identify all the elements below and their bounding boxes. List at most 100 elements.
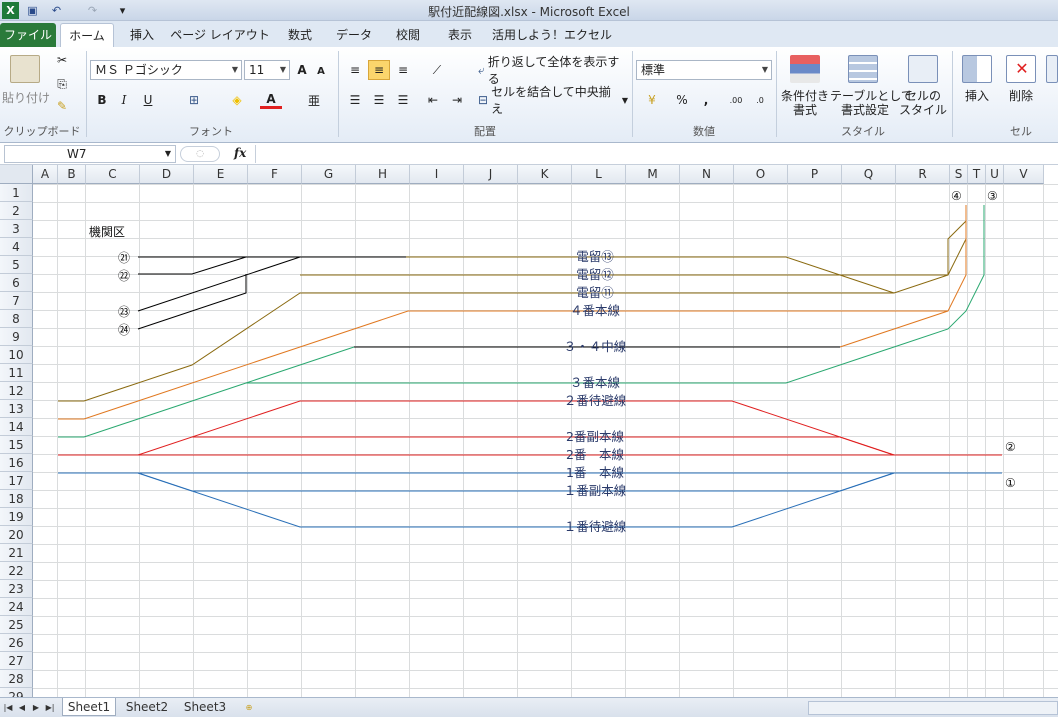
format-as-table-button[interactable]: テーブルとして 書式設定 [830,89,913,117]
line-3-through [246,205,985,384]
italic-button[interactable]: I [116,91,132,109]
storage-12-label: 電留⑫ [576,267,614,282]
end-marker-4: ④ [951,189,962,203]
format-cells-icon[interactable] [1046,55,1058,83]
storage-11-label: 電留⑪ [576,285,614,300]
worksheet-grid[interactable]: ABCDEFGHIJKLMNOPQRSTUV 1 2 3 4 5 6 7 8 9 10 11 12 13… [0,165,1058,697]
first-sheet-icon[interactable]: |◀ [2,701,14,715]
next-sheet-icon[interactable]: ▶ [30,701,42,715]
name-box[interactable]: W7 ▼ [4,145,176,163]
underline-button[interactable]: U [138,91,158,109]
tab-page-layout[interactable]: ページ レイアウト [170,23,270,47]
align-bottom-icon[interactable]: ≡ [394,61,412,79]
align-left-icon[interactable]: ☰ [346,91,364,109]
font-size-select[interactable]: 11 ▼ [244,60,290,80]
end-marker-2: ② [1005,440,1016,454]
number-group-label: 数値 [693,125,715,138]
conditional-formatting-button[interactable]: 条件付き 書式 [778,89,832,117]
tab-insert[interactable]: 挿入 [118,23,166,47]
insert-cells-icon[interactable] [962,55,992,83]
phonetic-icon[interactable]: 亜 [304,91,324,109]
cell-styles-icon[interactable] [908,55,938,83]
cells-group-label: セル [1010,125,1032,138]
sheet-tab-1[interactable]: Sheet1 [62,698,116,716]
insert-function-button[interactable]: fx [234,146,246,160]
siding-22-label: ㉒ [118,269,130,283]
tab-data[interactable]: データ [328,23,380,47]
tab-formulas[interactable]: 数式 [274,23,326,47]
siding-24-label: ㉔ [118,323,130,337]
storage-12-line [300,205,967,276]
borders-icon[interactable]: ⊞ [184,91,204,109]
number-format-select[interactable]: 標準 ▼ [636,60,772,80]
increase-decimal-icon[interactable]: .00 [726,91,746,109]
formula-bar: W7 ▼ ◌ fx [0,143,1058,165]
paste-button[interactable]: 貼り付け [0,91,52,105]
line-1-group [58,472,1002,528]
wrap-text-button[interactable]: ⤶ 折り返して全体を表示する [478,55,628,86]
siding-21-label: ㉑ [118,251,130,265]
align-top-icon[interactable]: ≡ [346,61,364,79]
conditional-formatting-icon[interactable] [790,55,820,83]
merge-center-label: セルを結合して中央揃え [491,85,611,116]
decrease-indent-icon[interactable]: ⇤ [424,91,442,109]
grow-font-icon[interactable]: A [294,61,310,79]
font-name-select[interactable]: ＭＳ Ｐゴシック ▼ [90,60,242,80]
merge-center-button[interactable]: ⊟ セルを結合して中央揃え ▼ [478,85,628,116]
siding-24-line [137,274,247,330]
comma-button[interactable]: , [698,91,714,109]
tab-home[interactable]: ホーム [60,23,114,47]
group-divider [776,51,777,137]
line-4-crossover [839,310,949,348]
line-1-wait-label: １番待避線 [564,519,627,534]
font-color-icon[interactable]: A [260,91,282,109]
middle-3-4-label: ３・４中線 [564,339,627,354]
orientation-icon[interactable]: ⟋ [424,61,450,79]
formula-input[interactable] [255,145,1055,163]
tab-review[interactable]: 校閲 [384,23,432,47]
currency-icon[interactable]: ¥ [640,91,664,109]
fill-color-icon[interactable]: ◈ [226,91,248,109]
delete-cells-button[interactable]: 削除 [1000,89,1042,103]
line-2-main-label: 2番 本線 [566,447,624,462]
percent-button[interactable]: % [674,91,690,109]
track-labels: 電留⑬ 電留⑫ 電留⑪ ４番本線 ３・４中線 ３番本線 ２番待避線 2番副本線 … [564,249,627,534]
tab-excel-tips[interactable]: 活用しよう！エクセル [490,23,614,47]
formula-bar-resize-handle[interactable]: ◌ [180,146,220,162]
tab-file[interactable]: ファイル [0,23,56,47]
decrease-decimal-icon[interactable]: .0 [750,91,770,109]
line-4-label: ４番本線 [570,303,621,318]
align-middle-icon[interactable]: ≡ [368,60,390,80]
font-name-value: ＭＳ Ｐゴシック [95,63,183,77]
insert-cells-button[interactable]: 挿入 [956,89,998,103]
bold-button[interactable]: B [94,91,110,109]
format-painter-icon[interactable]: ✎ [54,99,70,113]
prev-sheet-icon[interactable]: ◀ [16,701,28,715]
siding-23-label: ㉓ [118,305,130,319]
line-4-main [58,205,967,420]
siding-22-line [138,256,247,275]
merge-center-icon: ⊟ [478,93,489,107]
cut-icon[interactable]: ✂ [54,53,70,67]
increase-indent-icon[interactable]: ⇥ [448,91,466,109]
format-as-table-icon[interactable] [848,55,878,83]
tab-view[interactable]: 表示 [436,23,484,47]
paste-icon[interactable] [10,55,40,83]
end-marker-3: ③ [987,189,998,203]
horizontal-scrollbar[interactable] [808,701,1058,715]
align-center-icon[interactable]: ☰ [370,91,388,109]
line-1-main-label: 1番 本線 [566,465,624,480]
sheet-tab-3[interactable]: Sheet3 [178,698,232,716]
sheet-tab-2[interactable]: Sheet2 [120,698,174,716]
last-sheet-icon[interactable]: ▶| [44,701,56,715]
delete-x-icon: ✕ [1015,58,1029,78]
copy-icon[interactable]: ⎘ [54,77,70,91]
depot-label: 機関区 [89,224,125,239]
line-1-sub [137,472,895,492]
alignment-group-label: 配置 [474,125,496,138]
insert-sheet-icon[interactable]: ⊕ [240,701,258,715]
font-group-label: フォント [189,125,233,138]
align-right-icon[interactable]: ☰ [394,91,412,109]
cell-styles-button[interactable]: セルの スタイル [898,89,948,117]
shrink-font-icon[interactable]: A [314,63,328,79]
